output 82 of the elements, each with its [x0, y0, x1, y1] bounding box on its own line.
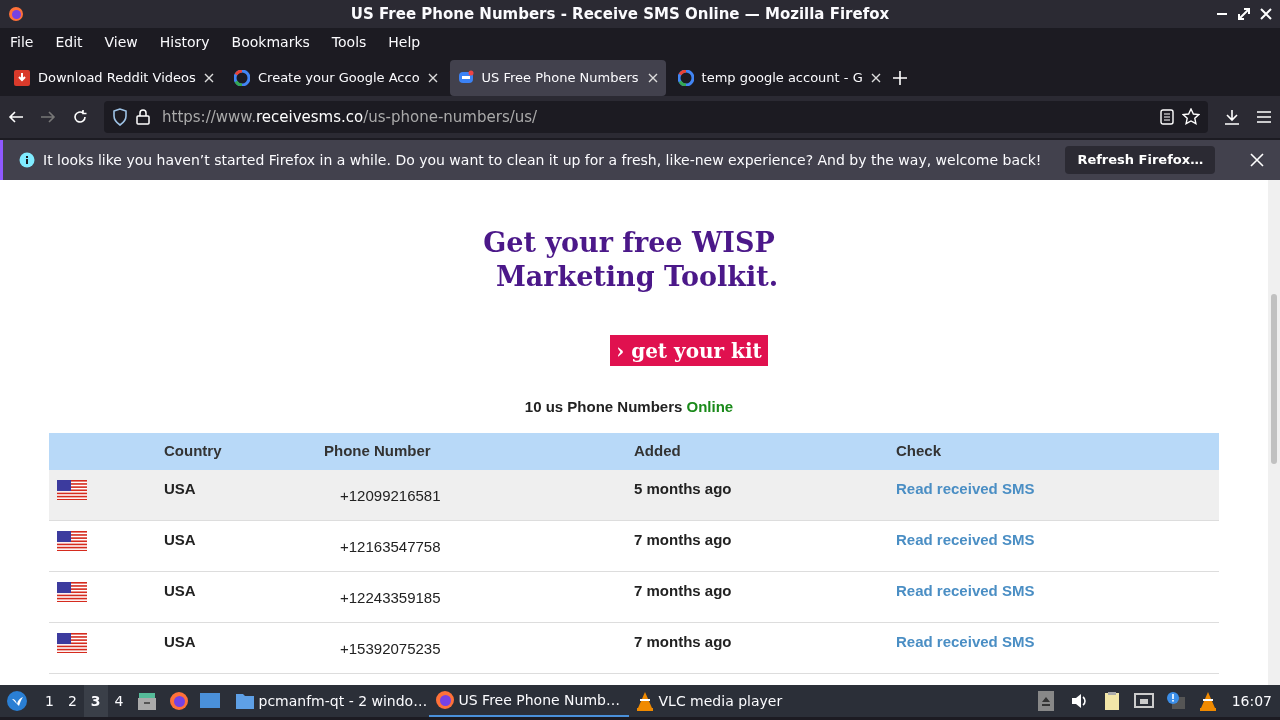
- table-cell: USA: [164, 479, 196, 497]
- download-icon[interactable]: [1224, 109, 1240, 125]
- close-icon[interactable]: [427, 73, 438, 83]
- vlc-icon[interactable]: [1197, 691, 1218, 711]
- flag-icon: [57, 479, 87, 500]
- menu-item[interactable]: Edit: [45, 31, 95, 53]
- refresh-firefox-button[interactable]: Refresh Firefox…: [1065, 146, 1216, 174]
- flag-icon: [57, 530, 87, 551]
- menu-item[interactable]: History: [149, 31, 222, 53]
- back-icon[interactable]: [8, 109, 24, 125]
- forward-icon[interactable]: [40, 109, 56, 125]
- browser-tab[interactable]: Download Reddit Videos: [6, 60, 222, 96]
- file-cabinet-icon[interactable]: [136, 691, 157, 711]
- notification-icon[interactable]: [1165, 691, 1186, 711]
- reader-view-icon[interactable]: [1160, 109, 1174, 125]
- flag-icon: [57, 581, 87, 602]
- table-cell: 5 months ago: [634, 479, 732, 497]
- folder-icon: [234, 691, 255, 711]
- table-cell: +12099216581: [340, 486, 441, 504]
- workspace-button[interactable]: 1: [38, 685, 61, 717]
- info-icon: [19, 152, 35, 168]
- star-icon[interactable]: [1182, 108, 1200, 126]
- table-cell: USA: [164, 632, 196, 650]
- maximize-icon[interactable]: [1238, 8, 1250, 20]
- table-cell: USA: [164, 581, 196, 599]
- firefox-icon: [434, 690, 455, 710]
- column-header: Check: [896, 440, 942, 461]
- table-cell: +12243359185: [340, 588, 441, 606]
- ad-heading: Get your free WISP: [483, 226, 775, 260]
- vlc-icon: [634, 691, 655, 711]
- table-cell: 7 months ago: [634, 632, 732, 650]
- desktop-icon[interactable]: [198, 691, 221, 711]
- download-icon: [14, 70, 30, 86]
- start-menu-icon[interactable]: [6, 690, 28, 712]
- notification-message: It looks like you haven’t started Firefox in a while. Do you want to clean it up for a fresh, like-new experience? And by the way, welcome back!: [43, 150, 1042, 170]
- browser-tab[interactable]: temp google account - G: [669, 60, 889, 96]
- google-icon: [677, 70, 694, 86]
- menu-item[interactable]: View: [94, 31, 150, 53]
- close-icon[interactable]: [870, 73, 881, 83]
- firefox-icon[interactable]: [168, 691, 189, 711]
- table-cell: 7 months ago: [634, 581, 732, 599]
- menu-item[interactable]: Help: [378, 31, 433, 53]
- lock-icon: [136, 109, 150, 125]
- ad-heading: Marketing Toolkit.: [495, 260, 779, 294]
- table-cell: +15392075235: [340, 639, 441, 657]
- google-icon: [234, 70, 250, 86]
- flag-icon: [57, 632, 87, 653]
- window-title: US Free Phone Numbers - Receive SMS Online — Mozilla Firefox: [349, 3, 891, 25]
- taskbar-window[interactable]: US Free Phone Numb…: [428, 685, 629, 717]
- shield-icon: [112, 108, 128, 126]
- workspace-button[interactable]: 4: [107, 685, 131, 717]
- taskbar-window[interactable]: pcmanfm-qt - 2 windo…: [228, 685, 429, 717]
- menu-icon[interactable]: [1256, 110, 1272, 124]
- column-header: Added: [634, 440, 682, 461]
- address-bar[interactable]: https://www.receivesms.co/us-phone-numbers/us/: [104, 101, 1208, 133]
- column-header: Phone Number: [324, 440, 432, 461]
- workspace-button[interactable]: 2: [60, 685, 84, 717]
- close-icon[interactable]: [647, 73, 658, 83]
- reload-icon[interactable]: [72, 109, 88, 125]
- network-icon[interactable]: [1133, 691, 1154, 711]
- close-icon[interactable]: [204, 73, 214, 83]
- table-cell: USA: [164, 530, 196, 548]
- menu-item[interactable]: Tools: [321, 31, 379, 53]
- read-sms-link[interactable]: Read received SMS: [896, 581, 1035, 599]
- menu-item[interactable]: Bookmarks: [221, 31, 322, 53]
- summary-text: 10 us Phone Numbers Online: [523, 397, 735, 417]
- browser-tab[interactable]: Create your Google Acco: [226, 60, 446, 96]
- table-cell: +12163547758: [340, 537, 441, 555]
- workspace-button[interactable]: 3: [83, 685, 108, 717]
- column-header: Country: [164, 440, 223, 461]
- chat-icon: [457, 70, 474, 86]
- table-cell: 7 months ago: [634, 530, 732, 548]
- menu-item[interactable]: File: [0, 31, 46, 53]
- firefox-icon: [8, 6, 24, 22]
- clock: 16:07: [1230, 691, 1273, 711]
- get-kit-button[interactable]: › get your kit: [610, 335, 768, 366]
- scrollbar[interactable]: [1268, 180, 1280, 685]
- browser-tab[interactable]: US Free Phone Numbers: [449, 60, 666, 96]
- plus-icon[interactable]: [892, 71, 907, 85]
- taskbar-window[interactable]: VLC media player: [628, 685, 789, 717]
- read-sms-link[interactable]: Read received SMS: [896, 530, 1035, 548]
- read-sms-link[interactable]: Read received SMS: [896, 632, 1035, 650]
